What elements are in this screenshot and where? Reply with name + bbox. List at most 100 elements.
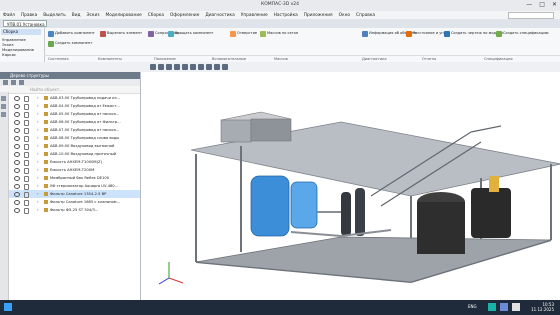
tree-row[interactable]: › АБВ.09.00 Воздуховод вытяжной [0, 142, 140, 150]
tree-tab-icon[interactable] [19, 80, 24, 85]
start-icon[interactable] [4, 303, 12, 311]
create-component-button[interactable]: Создать компонент [48, 41, 92, 47]
cut-element-button[interactable]: Вырезать элемент [100, 31, 142, 37]
menu-window[interactable]: Окно [339, 13, 350, 18]
ribbon-mode-selected[interactable]: Сборка [1, 29, 41, 35]
distance-angle-button[interactable]: Расстояние и угол [406, 31, 448, 37]
expand-icon[interactable]: › [37, 206, 39, 214]
visibility-icon[interactable] [14, 168, 20, 173]
expand-icon[interactable]: › [37, 158, 39, 166]
zoom-icon[interactable] [158, 64, 164, 70]
maximize-button[interactable]: □ [539, 1, 545, 8]
menu-sketch[interactable]: Эскиз [86, 13, 99, 18]
expand-icon[interactable]: › [37, 110, 39, 118]
visibility-icon[interactable] [14, 120, 20, 125]
visibility-icon[interactable] [14, 208, 20, 213]
visibility-icon[interactable] [14, 160, 20, 165]
filter-icon[interactable] [214, 64, 220, 70]
expand-icon[interactable]: › [37, 118, 39, 126]
menu-file[interactable]: Файл [3, 13, 15, 18]
rotate-component-button[interactable]: Вращать компонент [168, 31, 214, 37]
menu-help[interactable]: Справка [356, 13, 375, 18]
expand-icon[interactable]: › [37, 174, 39, 182]
expand-icon[interactable]: › [37, 102, 39, 110]
measure-icon[interactable] [222, 64, 228, 70]
minimize-button[interactable]: — [526, 1, 532, 8]
keyboard-layout[interactable]: ENG [468, 304, 477, 309]
orientation-icon[interactable] [182, 64, 188, 70]
tree-row[interactable]: › Мембранный бак Reflex DE100 [0, 174, 140, 182]
close-button[interactable]: ✕ [552, 1, 557, 8]
tree-filter[interactable]: Найти объект... [0, 86, 140, 94]
visibility-icon[interactable] [14, 144, 20, 149]
tree-row[interactable]: › АБВ.04.00 Трубопровод от Емкост... [0, 102, 140, 110]
pan-icon[interactable] [166, 64, 172, 70]
visibility-icon[interactable] [14, 152, 20, 157]
menu-drawing[interactable]: Оформление [170, 13, 199, 18]
section-view-icon[interactable] [198, 64, 204, 70]
tree-tab-icon[interactable] [11, 80, 16, 85]
model-viewport[interactable] [141, 72, 560, 300]
visibility-icon[interactable] [14, 112, 20, 117]
menu-manage[interactable]: Управление [241, 13, 268, 18]
hole-button[interactable]: Отверстие [230, 31, 257, 37]
tree-row[interactable]: › АБВ.03.00 Трубопровод подачи из... [0, 94, 140, 102]
system-clock[interactable]: 10:53 11.12.2025 [531, 302, 554, 312]
visibility-icon[interactable] [14, 96, 20, 101]
grid-array-button[interactable]: Массив по сетке [260, 31, 298, 37]
tree-row[interactable]: › Фильтр Canature 1665 с клапаном... [0, 198, 140, 206]
ribbon-mode-frame[interactable]: Каркас [2, 52, 16, 57]
tree-row[interactable]: › УФ стерилизатор Aquapro UV-480... [0, 182, 140, 190]
tree-row[interactable]: › АБВ.07.00 Трубопровод от насоса... [0, 126, 140, 134]
create-drawing-button[interactable]: Создать чертеж по модели [444, 31, 503, 37]
visibility-icon[interactable] [14, 176, 20, 181]
document-tab[interactable]: УПВ.01 Установка в... [3, 20, 47, 34]
menu-apps[interactable]: Приложения [304, 13, 333, 18]
menu-modeling[interactable]: Моделирование [106, 13, 142, 18]
tree-row[interactable]: › Фильтр Canature 1354-2.5 ВР [0, 190, 140, 198]
tree-tab-icon[interactable] [3, 80, 8, 85]
visibility-icon[interactable] [14, 104, 20, 109]
expand-icon[interactable]: › [37, 150, 39, 158]
hide-icon[interactable] [206, 64, 212, 70]
menu-diagnostics[interactable]: Диагностика [205, 13, 234, 18]
visibility-icon[interactable] [14, 192, 20, 197]
expand-icon[interactable]: › [37, 142, 39, 150]
visibility-icon[interactable] [14, 184, 20, 189]
create-specification-button[interactable]: Создать спецификацию [496, 31, 549, 37]
expand-icon[interactable]: › [37, 190, 39, 198]
app-icon[interactable] [512, 303, 520, 311]
menu-edit[interactable]: Правка [21, 13, 37, 18]
tree-row[interactable]: › АБВ.10.00 Воздуховод приточный [0, 150, 140, 158]
tree-row[interactable]: › Емкость АНХЕМ-Т1000M(Z) [0, 158, 140, 166]
visibility-icon[interactable] [14, 136, 20, 141]
tool-icon[interactable] [1, 112, 6, 117]
menu-settings[interactable]: Настройка [274, 13, 298, 18]
menu-select[interactable]: Выделить [43, 13, 66, 18]
rotate-view-icon[interactable] [174, 64, 180, 70]
expand-icon[interactable]: › [37, 182, 39, 190]
expand-icon[interactable]: › [37, 198, 39, 206]
tool-icon[interactable] [1, 104, 6, 109]
expand-icon[interactable]: › [37, 126, 39, 134]
tree-row[interactable]: › АБВ.05.00 Трубопровод от насоса... [0, 110, 140, 118]
select-icon[interactable] [150, 64, 156, 70]
expand-icon[interactable]: › [37, 134, 39, 142]
menu-assembly[interactable]: Сборка [148, 13, 164, 18]
display-mode-icon[interactable] [190, 64, 196, 70]
expand-icon[interactable]: › [37, 166, 39, 174]
expand-icon[interactable]: › [37, 94, 39, 102]
menu-view[interactable]: Вид [72, 13, 81, 18]
search-input[interactable] [508, 11, 554, 19]
lock-icon[interactable] [24, 208, 29, 214]
add-component-button[interactable]: Добавить компонент [48, 31, 95, 37]
app-icon[interactable] [488, 303, 496, 311]
tree-row[interactable]: › АБВ.08.00 Трубопровод слива воды [0, 134, 140, 142]
visibility-icon[interactable] [14, 128, 20, 133]
visibility-icon[interactable] [14, 200, 20, 205]
app-icon[interactable] [500, 303, 508, 311]
tree-row[interactable]: › Емкость АНХЕМ-Т200M [0, 166, 140, 174]
tree-row[interactable]: › Фильтр ФЗ-25 ST 304/3... [0, 206, 140, 214]
tree-row[interactable]: › АБВ.06.00 Трубопровод от Фильтр... [0, 118, 140, 126]
tool-icon[interactable] [1, 96, 6, 101]
